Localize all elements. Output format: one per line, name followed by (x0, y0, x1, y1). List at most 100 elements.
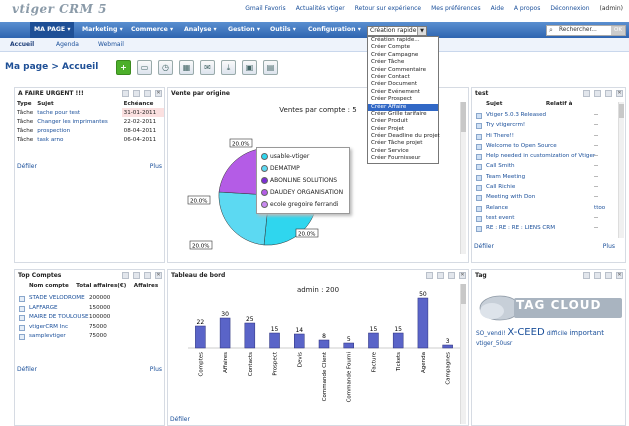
minimize-icon[interactable] (605, 272, 612, 279)
item-subject[interactable]: Call Smith (486, 163, 515, 169)
task-subject[interactable]: Changer les imprimantes (35, 117, 121, 126)
tab-gestion[interactable]: Gestion ▾ (228, 22, 260, 38)
search-input[interactable]: ⌕ Rechercher... OK (546, 25, 626, 36)
refresh-icon[interactable] (133, 272, 140, 279)
chat-icon[interactable]: ✉ (200, 60, 215, 75)
refresh-icon[interactable] (437, 272, 444, 279)
clock-icon[interactable]: ◷ (158, 60, 173, 75)
link-about[interactable]: A propos (514, 5, 540, 12)
item-subject[interactable]: Help needed in customization of Vtiger (486, 153, 595, 159)
tab-outils[interactable]: Outils ▾ (270, 22, 296, 38)
scrollbar-thumb[interactable] (461, 284, 466, 304)
scrollbar[interactable] (460, 284, 466, 424)
menu-item[interactable]: Créer Document (368, 81, 438, 88)
task-subject[interactable]: prospection (35, 126, 121, 135)
refresh-icon[interactable] (133, 90, 140, 97)
scrollbar-thumb[interactable] (461, 102, 466, 132)
subnav-webmail[interactable]: Webmail (98, 41, 124, 48)
item-subject[interactable]: Vtiger 5.0.3 Released (486, 112, 546, 118)
search-ok-button[interactable]: OK (611, 26, 625, 35)
account-name[interactable]: samplevtiger (29, 333, 66, 339)
task-subject[interactable]: task arno (35, 135, 121, 144)
link-preferences[interactable]: Mes préférences (431, 5, 481, 12)
account-name[interactable]: MAIRE DE TOULOUSE (29, 314, 89, 320)
close-icon[interactable]: ✕ (155, 272, 162, 279)
minimize-icon[interactable] (448, 272, 455, 279)
scrollbar[interactable] (460, 102, 466, 254)
refresh-icon[interactable] (594, 272, 601, 279)
menu-item[interactable]: Créer Produit (368, 118, 438, 125)
scroll-link[interactable]: Défiler (17, 163, 37, 260)
tab-ma-page[interactable]: MA PAGE ▾ (30, 22, 75, 38)
menu-item[interactable]: Créer Fournisseur (368, 155, 438, 162)
chevron-down-icon[interactable]: ▼ (417, 27, 426, 35)
menu-item[interactable]: Créer Prospect (368, 96, 438, 103)
layout-icon[interactable]: ▤ (263, 60, 278, 75)
edit-icon[interactable] (122, 90, 129, 97)
close-icon[interactable]: ✕ (616, 272, 623, 279)
import-icon[interactable]: ⤓ (221, 60, 236, 75)
menu-item[interactable]: Créer Compte (368, 44, 438, 51)
col-name: Nom compte (29, 283, 69, 289)
account-name[interactable]: STADE VELODROME (29, 295, 85, 301)
link-logout[interactable]: Déconnexion (550, 5, 589, 12)
account-name[interactable]: LAFFARGE (29, 305, 58, 311)
scroll-link[interactable]: Défiler (170, 416, 190, 423)
tab-commerce[interactable]: Commerce ▾ (131, 22, 173, 38)
refresh-icon[interactable] (594, 90, 601, 97)
link-news[interactable]: Actualités vtiger (296, 5, 345, 12)
scroll-link[interactable]: Défiler (474, 243, 494, 250)
tag-link[interactable]: X-CEED (507, 327, 544, 338)
more-link[interactable]: Plus (603, 243, 615, 250)
subnav-agenda[interactable]: Agenda (56, 41, 79, 48)
scroll-link[interactable]: Défiler (17, 366, 37, 423)
tag-link[interactable]: SO_vendi! (476, 331, 505, 337)
item-subject[interactable]: Welcome to Open Source (486, 143, 557, 149)
edit-icon[interactable] (122, 272, 129, 279)
task-subject[interactable]: tache pour test (35, 108, 121, 117)
close-icon[interactable]: ✕ (155, 90, 162, 97)
data-label: 22 (197, 319, 205, 326)
item-subject[interactable]: RE : RE : RE : LIENS CRM (486, 225, 555, 231)
tag-link[interactable]: important (569, 329, 604, 337)
edit-icon[interactable] (583, 272, 590, 279)
quick-create-select[interactable]: Création rapide... ▼ (367, 26, 427, 36)
tab-marketing[interactable]: Marketing ▾ (82, 22, 123, 38)
menu-item[interactable]: Créer Tâche projet (368, 140, 438, 147)
link-help[interactable]: Aide (491, 5, 504, 12)
item-subject[interactable]: Hi There!! (486, 133, 514, 139)
item-subject[interactable]: Relance (486, 205, 508, 211)
close-icon[interactable]: ✕ (459, 272, 466, 279)
window-icon[interactable]: ▭ (137, 60, 152, 75)
more-link[interactable]: Plus (150, 163, 162, 260)
scrollbar[interactable] (618, 102, 624, 238)
menu-item[interactable]: Créer Commentaire (368, 67, 438, 74)
scrollbar-thumb[interactable] (619, 104, 624, 118)
tab-configuration[interactable]: Configuration ▾ (308, 22, 361, 38)
edit-icon[interactable] (583, 90, 590, 97)
menu-item[interactable]: Créer Projet (368, 126, 438, 133)
screen-icon[interactable]: ▣ (242, 60, 257, 75)
calculator-icon[interactable]: ▦ (179, 60, 194, 75)
more-link[interactable]: Plus (150, 366, 162, 423)
minimize-icon[interactable] (144, 272, 151, 279)
link-feedback[interactable]: Retour sur expérience (355, 5, 421, 12)
minimize-icon[interactable] (144, 90, 151, 97)
add-widget-icon[interactable]: + (116, 60, 131, 75)
item-subject[interactable]: test event (486, 215, 514, 221)
account-name[interactable]: vtigerCRM Inc (29, 324, 68, 330)
item-subject[interactable]: Try vtigercrm! (486, 122, 525, 128)
link-gmail[interactable]: Gmail Favoris (245, 5, 285, 12)
menu-item[interactable]: Créer Tâche (368, 59, 438, 66)
close-icon[interactable]: ✕ (616, 90, 623, 97)
minimize-icon[interactable] (605, 90, 612, 97)
tag-link[interactable]: difficile (547, 331, 568, 337)
subnav-accueil[interactable]: Accueil (10, 41, 34, 48)
item-subject[interactable]: Meeting with Don (486, 194, 535, 200)
tag-link[interactable]: vtiger_50usr (476, 341, 512, 347)
item-subject[interactable]: Team Meeting (486, 174, 525, 180)
edit-icon[interactable] (426, 272, 433, 279)
tab-analyse[interactable]: Analyse ▾ (184, 22, 217, 38)
menu-item[interactable]: Créer Affaire (368, 103, 438, 111)
item-subject[interactable]: Call Richie (486, 184, 515, 190)
